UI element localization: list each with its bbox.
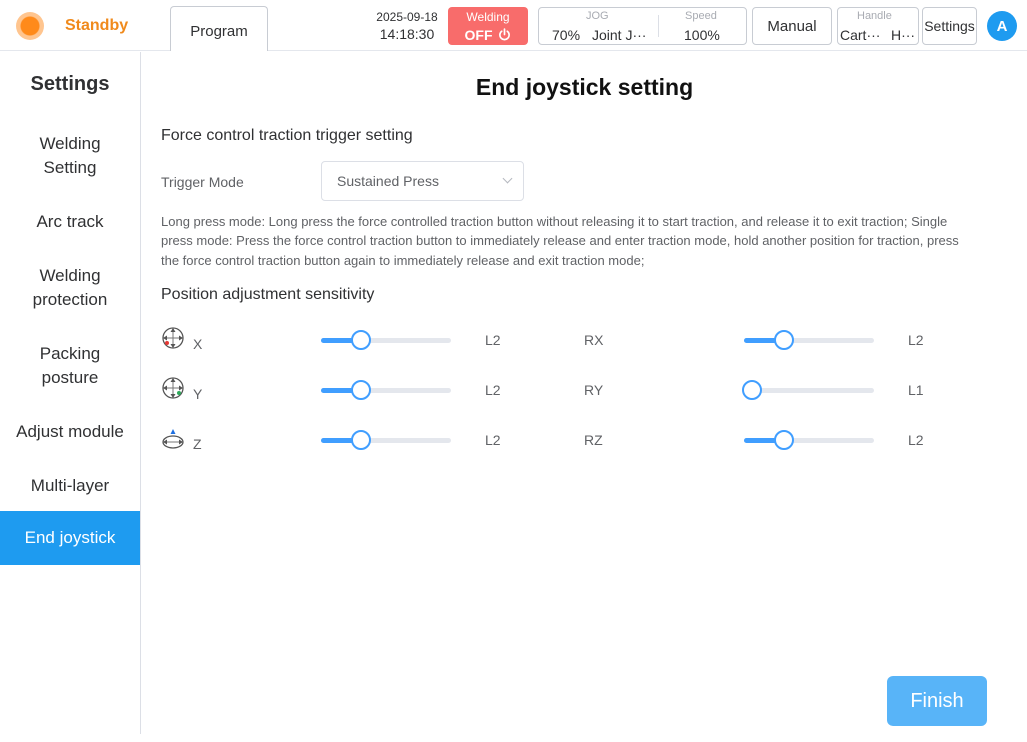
sidebar-item-arc-track[interactable]: Arc track bbox=[0, 207, 140, 237]
datetime: 2025-09-18 14:18:30 bbox=[372, 9, 442, 44]
sidebar-item-label: Adjust module bbox=[16, 422, 124, 441]
page-title: End joystick setting bbox=[475, 74, 694, 100]
jog-speed-panel[interactable]: JOG 70% Joint J··· Speed 100% bbox=[538, 7, 747, 45]
welding-toggle-button[interactable]: Welding OFF bbox=[448, 7, 528, 45]
welding-label: Welding bbox=[466, 10, 510, 24]
sidebar-item-label: Multi-layer bbox=[30, 476, 110, 495]
settings-sidebar: Settings Welding Setting Arc track Weldi… bbox=[0, 52, 141, 734]
finish-button[interactable]: Finish bbox=[887, 676, 987, 726]
sidebar-item-end-joystick[interactable]: End joystick bbox=[0, 511, 140, 565]
date-text: 2025-09-18 bbox=[376, 10, 438, 24]
z-sensitivity-slider[interactable] bbox=[321, 430, 451, 450]
handle-mode: H··· bbox=[891, 27, 916, 43]
x-axis-icon bbox=[162, 327, 184, 349]
slider-thumb[interactable] bbox=[742, 380, 762, 400]
welding-state: OFF bbox=[448, 26, 528, 44]
axis-label-ry: RY bbox=[584, 382, 604, 398]
rx-level-value: L2 bbox=[908, 332, 924, 348]
axis-label-z: Z bbox=[193, 436, 202, 452]
y-axis-icon bbox=[162, 377, 184, 399]
handle-coordinate: Cart··· bbox=[840, 27, 881, 43]
trigger-mode-select[interactable]: Sustained Press bbox=[321, 161, 524, 201]
slider-thumb[interactable] bbox=[351, 330, 371, 350]
rx-sensitivity-slider[interactable] bbox=[744, 330, 874, 350]
sidebar-item-label: Packing posture bbox=[39, 344, 101, 387]
sidebar-item-welding-protection[interactable]: Welding protection bbox=[0, 261, 140, 315]
z-level-value: L2 bbox=[485, 432, 501, 448]
avatar[interactable]: A bbox=[987, 11, 1017, 41]
sidebar-item-adjust-module[interactable]: Adjust module bbox=[0, 417, 140, 447]
trigger-mode-value: Sustained Press bbox=[337, 173, 439, 189]
slider-thumb[interactable] bbox=[351, 380, 371, 400]
jog-mode: Joint J··· bbox=[592, 27, 647, 43]
ry-sensitivity-slider[interactable] bbox=[742, 380, 874, 400]
power-icon bbox=[499, 28, 511, 41]
slider-thumb[interactable] bbox=[774, 330, 794, 350]
sidebar-item-label: Welding protection bbox=[32, 266, 108, 309]
handle-panel[interactable]: Handle Cart··· H··· bbox=[837, 7, 919, 45]
axis-label-x: X bbox=[193, 336, 203, 352]
sidebar-item-label: Welding Setting bbox=[39, 134, 101, 177]
axis-label-rx: RX bbox=[584, 332, 604, 348]
ry-level-value: L1 bbox=[908, 382, 924, 398]
rz-level-value: L2 bbox=[908, 432, 924, 448]
robot-status: Standby bbox=[65, 17, 129, 34]
section-title-sensitivity: Position adjustment sensitivity bbox=[161, 286, 375, 303]
mode-manual-button[interactable]: Manual bbox=[752, 7, 832, 45]
time-text: 14:18:30 bbox=[379, 26, 435, 42]
welding-state-text: OFF bbox=[464, 27, 493, 43]
rz-sensitivity-slider[interactable] bbox=[744, 430, 874, 450]
jog-label: JOG bbox=[586, 10, 609, 22]
speed-label: Speed bbox=[685, 10, 717, 22]
sidebar-item-multi-layer[interactable]: Multi-layer bbox=[0, 471, 140, 501]
y-sensitivity-slider[interactable] bbox=[321, 380, 451, 400]
x-level-value: L2 bbox=[485, 332, 501, 348]
tab-program[interactable]: Program bbox=[170, 6, 268, 51]
top-bar: Standby Program 2025-09-18 14:18:30 Weld… bbox=[0, 0, 1027, 51]
divider bbox=[658, 15, 659, 37]
y-level-value: L2 bbox=[485, 382, 501, 398]
speed-value: 100% bbox=[684, 27, 720, 43]
section-title-trigger: Force control traction trigger setting bbox=[161, 127, 413, 144]
handle-label: Handle bbox=[857, 10, 892, 22]
slider-thumb[interactable] bbox=[351, 430, 371, 450]
sidebar-title: Settings bbox=[30, 73, 110, 95]
trigger-mode-description: Long press mode: Long press the force co… bbox=[161, 214, 959, 268]
sidebar-item-label: End joystick bbox=[24, 528, 116, 547]
jog-value: 70% bbox=[552, 27, 581, 43]
settings-button[interactable]: Settings bbox=[922, 7, 977, 45]
sidebar-item-packing-posture[interactable]: Packing posture bbox=[0, 339, 140, 393]
axis-label-rz: RZ bbox=[584, 432, 603, 448]
trigger-mode-label: Trigger Mode bbox=[161, 174, 244, 190]
axis-label-y: Y bbox=[193, 386, 203, 402]
sidebar-item-welding-setting[interactable]: Welding Setting bbox=[0, 129, 140, 183]
chevron-down-icon bbox=[502, 173, 513, 184]
status-indicator-icon bbox=[16, 12, 44, 40]
z-axis-icon bbox=[162, 429, 184, 449]
slider-thumb[interactable] bbox=[774, 430, 794, 450]
x-sensitivity-slider[interactable] bbox=[321, 330, 451, 350]
sidebar-item-label: Arc track bbox=[36, 212, 104, 231]
